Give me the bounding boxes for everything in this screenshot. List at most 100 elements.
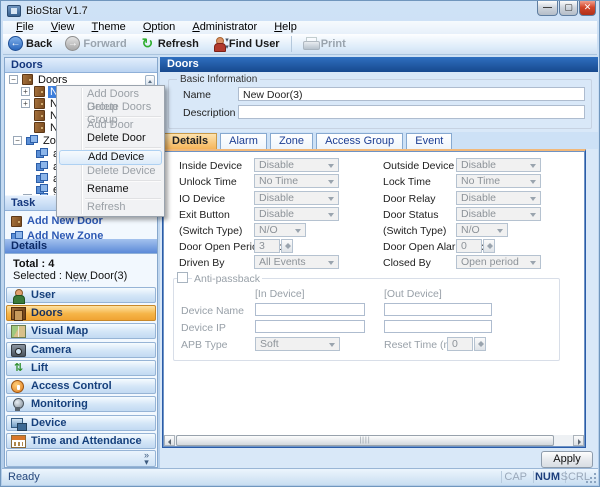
nav-camera[interactable]: Camera [6,342,156,358]
nav-user[interactable]: User [6,287,156,303]
inside-device-select[interactable]: Disable [254,158,339,172]
door-status-label: Door Status [383,209,438,221]
details-header: Details [5,239,157,254]
close-button[interactable]: ✕ [579,1,596,16]
toolbar-overflow-icon[interactable]: ▾▾ [222,37,232,52]
back-button[interactable]: ← Back [3,34,57,53]
menu-separator [85,198,161,199]
scroll-left-icon[interactable] [164,435,175,446]
nav-access-control[interactable]: Access Control [6,378,156,394]
io-device-select[interactable]: Disable [254,191,339,205]
switch-type-left-select[interactable]: N/O [254,223,306,237]
description-input[interactable] [238,105,585,119]
driven-by-label: Driven By [179,257,225,269]
maximize-button[interactable]: ▢ [559,1,578,16]
menu-refresh: Refresh [59,201,162,214]
scroll-right-icon[interactable] [573,435,584,446]
menu-file[interactable]: File [9,21,41,34]
door-icon [11,216,22,227]
refresh-button[interactable]: ↻ Refresh [135,34,204,53]
apb-type-select[interactable]: Soft [255,337,340,351]
menu-delete-doors-group: Delete Doors Group [59,101,162,114]
app-icon [7,5,21,17]
anti-passback-checkbox[interactable] [177,272,188,283]
resize-grip[interactable] [585,472,597,484]
collapse-icon[interactable] [13,136,22,145]
lock-time-label: Lock Time [383,176,431,188]
door-status-select[interactable]: Disable [456,207,541,221]
exit-button-label: Exit Button [179,209,230,221]
anti-passback-label: Anti-passback [192,273,262,285]
menu-administrator[interactable]: Administrator [185,21,264,34]
apply-button[interactable]: Apply [541,451,593,468]
driven-by-select[interactable]: All Events [254,255,339,269]
tab-event[interactable]: Event [406,133,452,149]
menu-add-device[interactable]: Add Device [59,150,162,165]
toolbar-separator [291,36,292,52]
panel-splitter[interactable]: •••••• [5,280,157,285]
status-bar: Ready CAP NUM SCRL [2,468,598,485]
tab-details[interactable]: Details [163,133,217,149]
menu-help[interactable]: Help [267,21,304,34]
menu-theme[interactable]: Theme [85,21,133,34]
nav-monitoring[interactable]: Monitoring [6,396,156,412]
door-group-icon [22,74,33,85]
menu-rename[interactable]: Rename [59,183,162,196]
forward-icon: → [65,36,80,51]
camera-icon [11,344,26,357]
menu-option[interactable]: Option [136,21,182,34]
nav-device[interactable]: Device [6,415,156,431]
status-separator [533,471,534,483]
collapse-icon[interactable] [9,75,18,84]
status-separator [501,471,502,483]
spinner-arrows-icon[interactable] [483,239,495,253]
minimize-button[interactable]: — [537,1,558,16]
device-ip-in-input[interactable] [255,320,365,333]
nav-visual-map[interactable]: Visual Map [6,323,156,339]
scrollbar-thumb[interactable] [176,435,554,446]
spinner-arrows-icon[interactable] [474,337,486,351]
name-label: Name [183,89,211,101]
expand-icon[interactable] [21,99,30,108]
find-user-button[interactable]: Find User [207,34,285,53]
visual-map-icon [11,325,26,338]
details-total: Total : 4 [13,258,54,270]
menu-delete-door[interactable]: Delete Door [59,132,162,145]
closed-by-label: Closed By [383,257,431,269]
num-lock-indicator: NUM [535,471,560,483]
nav-lift[interactable]: ⇅Lift [6,360,156,376]
exit-button-select[interactable]: Disable [254,207,339,221]
time-attendance-icon [11,435,26,448]
door-icon [34,98,45,109]
description-label: Description [183,107,236,119]
nav-overflow-bar[interactable]: »▾ [6,450,156,467]
chevron-overflow-icon[interactable]: »▾ [144,452,149,466]
io-device-label: IO Device [179,193,225,205]
title-bar[interactable]: BioStar V1.7 — ▢ ✕ [1,1,599,21]
forward-button: → Forward [60,34,131,53]
door-relay-select[interactable]: Disable [456,191,541,205]
device-name-in-input[interactable] [255,303,365,316]
lock-time-select[interactable]: No Time [456,174,541,188]
tab-alarm[interactable]: Alarm [220,133,267,149]
outside-device-select[interactable]: Disable [456,158,541,172]
device-ip-label: Device IP [181,322,226,334]
device-ip-out-input[interactable] [384,320,492,333]
closed-by-select[interactable]: Open period [456,255,541,269]
refresh-icon: ↻ [140,36,155,51]
tab-access-group[interactable]: Access Group [316,133,403,149]
expand-icon[interactable] [21,87,30,96]
menu-delete-device: Delete Device [59,165,162,178]
device-name-out-input[interactable] [384,303,492,316]
nav-doors[interactable]: Doors [6,305,156,321]
spinner-arrows-icon[interactable] [281,239,293,253]
tab-zone[interactable]: Zone [270,133,313,149]
horizontal-scrollbar[interactable] [164,435,584,446]
name-input[interactable]: New Door(3) [238,87,585,101]
expand-icon[interactable] [23,194,32,195]
monitoring-icon [11,398,26,411]
nav-time-attendance[interactable]: Time and Attendance [6,433,156,449]
unlock-time-select[interactable]: No Time [254,174,339,188]
menu-view[interactable]: View [44,21,82,34]
switch-type-right-select[interactable]: N/O [456,223,508,237]
